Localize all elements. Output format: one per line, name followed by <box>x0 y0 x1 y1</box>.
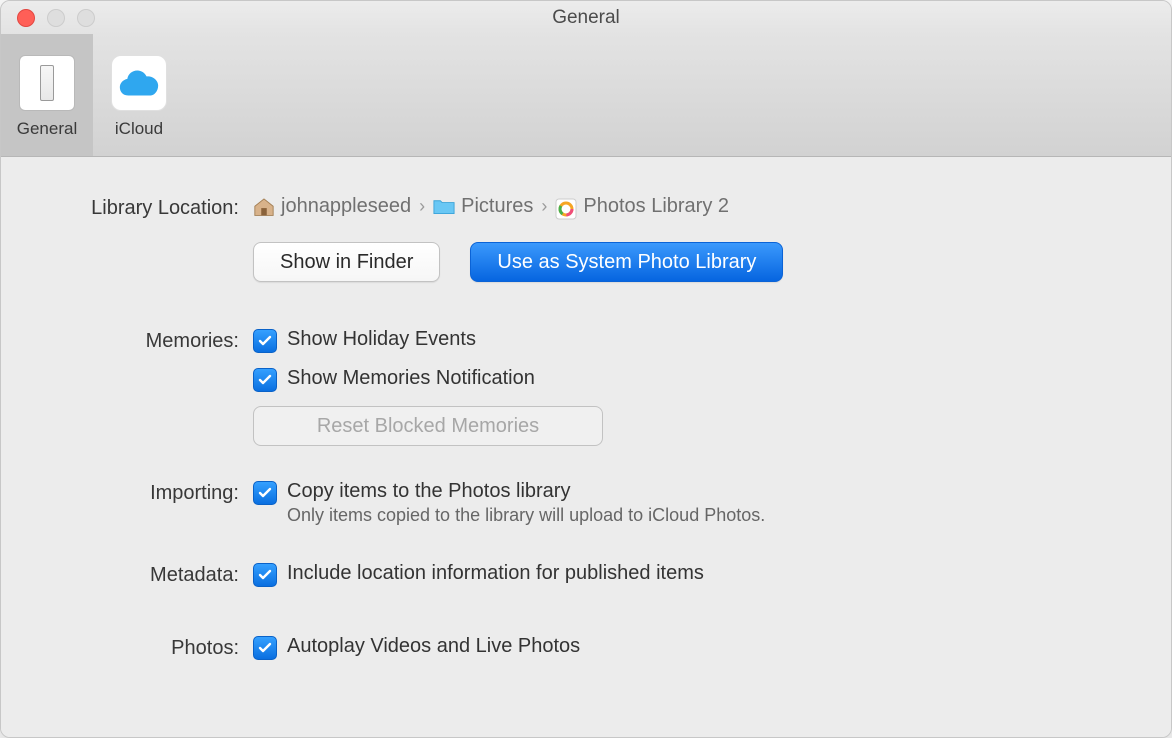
autoplay-checkbox[interactable] <box>253 636 277 660</box>
chevron-right-icon: › <box>541 196 547 217</box>
home-icon <box>253 198 275 216</box>
copy-items-sublabel: Only items copied to the library will up… <box>287 505 765 526</box>
tab-general[interactable]: General <box>1 34 93 156</box>
copy-items-label: Copy items to the Photos library <box>287 480 765 503</box>
use-as-system-photo-library-button[interactable]: Use as System Photo Library <box>470 242 783 282</box>
include-location-label: Include location information for publish… <box>287 562 704 585</box>
preferences-window: General General iCloud Library Location: <box>0 0 1172 738</box>
general-icon <box>19 55 75 111</box>
show-in-finder-button[interactable]: Show in Finder <box>253 242 440 282</box>
tab-general-label: General <box>17 119 77 139</box>
breadcrumb-library[interactable]: Photos Library 2 <box>583 195 729 218</box>
show-holiday-events-label: Show Holiday Events <box>287 328 476 351</box>
show-holiday-events-checkbox[interactable] <box>253 329 277 353</box>
breadcrumb-folder[interactable]: Pictures <box>461 195 533 218</box>
memories-label: Memories: <box>31 328 253 353</box>
breadcrumb-home[interactable]: johnappleseed <box>281 195 411 218</box>
importing-label: Importing: <box>31 480 253 505</box>
prefs-toolbar: General iCloud <box>1 34 1171 157</box>
chevron-right-icon: › <box>419 196 425 217</box>
folder-icon <box>433 198 455 216</box>
zoom-window-button[interactable] <box>77 9 95 27</box>
photos-library-icon <box>555 198 577 216</box>
library-path-breadcrumb: johnappleseed › Pictures › Pho <box>253 195 1141 218</box>
icloud-icon <box>111 55 167 111</box>
tab-icloud-label: iCloud <box>115 119 163 139</box>
titlebar: General <box>1 1 1171 34</box>
photos-label: Photos: <box>31 635 253 660</box>
reset-blocked-memories-button: Reset Blocked Memories <box>253 406 603 446</box>
show-memories-notification-checkbox[interactable] <box>253 368 277 392</box>
autoplay-label: Autoplay Videos and Live Photos <box>287 635 580 658</box>
minimize-window-button[interactable] <box>47 9 65 27</box>
window-controls <box>17 9 95 27</box>
close-window-button[interactable] <box>17 9 35 27</box>
copy-items-checkbox[interactable] <box>253 481 277 505</box>
metadata-label: Metadata: <box>31 562 253 587</box>
tab-icloud[interactable]: iCloud <box>93 34 185 156</box>
content-pane: Library Location: johnappleseed › P <box>1 157 1171 737</box>
show-memories-notification-label: Show Memories Notification <box>287 367 535 390</box>
include-location-checkbox[interactable] <box>253 563 277 587</box>
window-title: General <box>1 1 1171 34</box>
library-location-label: Library Location: <box>31 195 253 220</box>
